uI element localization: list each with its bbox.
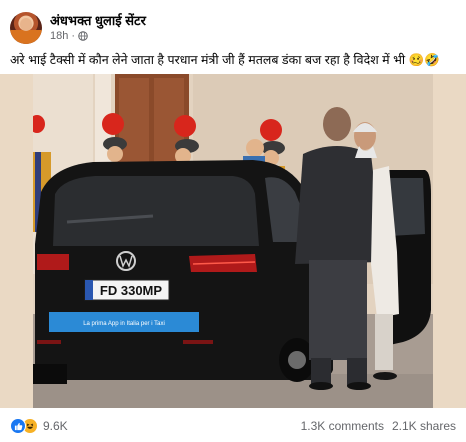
shares-count-link[interactable]: 2.1K shares [392,419,456,433]
post-meta: अंधभक्त धुलाई सेंटर 18h · [50,13,146,44]
post-time[interactable]: 18h [50,29,68,44]
post-photo[interactable]: FD 330MP La prima App in Italia per i Ta… [33,74,433,408]
post-caption: अरे भाई टैक्सी में कौन लेने जाता है परधा… [10,53,440,67]
taxi-banner-text: La prima App in Italia per i Taxi [83,321,165,327]
reactions-summary[interactable]: 9.6K [10,418,68,434]
facebook-post: अंधभक्त धुलाई सेंटर 18h · अरे भाई टैक्सी… [0,0,466,442]
post-photo-container[interactable]: FD 330MP La prima App in Italia per i Ta… [0,74,466,408]
post-timestamp-row: 18h · [50,29,146,44]
black-car: FD 330MP La prima App in Italia per i Ta… [33,160,333,384]
separator-dot: · [71,29,76,42]
page-name-link[interactable]: अंधभक्त धुलाई सेंटर [50,13,146,29]
comments-count-link[interactable]: 1.3K comments [301,419,384,433]
reaction-count: 9.6K [43,419,68,433]
post-footer: 9.6K 1.3K comments 2.1K shares [10,415,456,437]
post-header: अंधभक्त धुलाई सेंटर 18h · [10,10,146,46]
engagement-stats: 1.3K comments 2.1K shares [301,419,456,433]
license-plate-text: FD 330MP [100,283,162,298]
photo-scene: FD 330MP La prima App in Italia per i Ta… [33,74,433,408]
page-avatar[interactable] [10,12,42,44]
globe-icon [78,31,88,41]
like-icon [10,418,26,434]
